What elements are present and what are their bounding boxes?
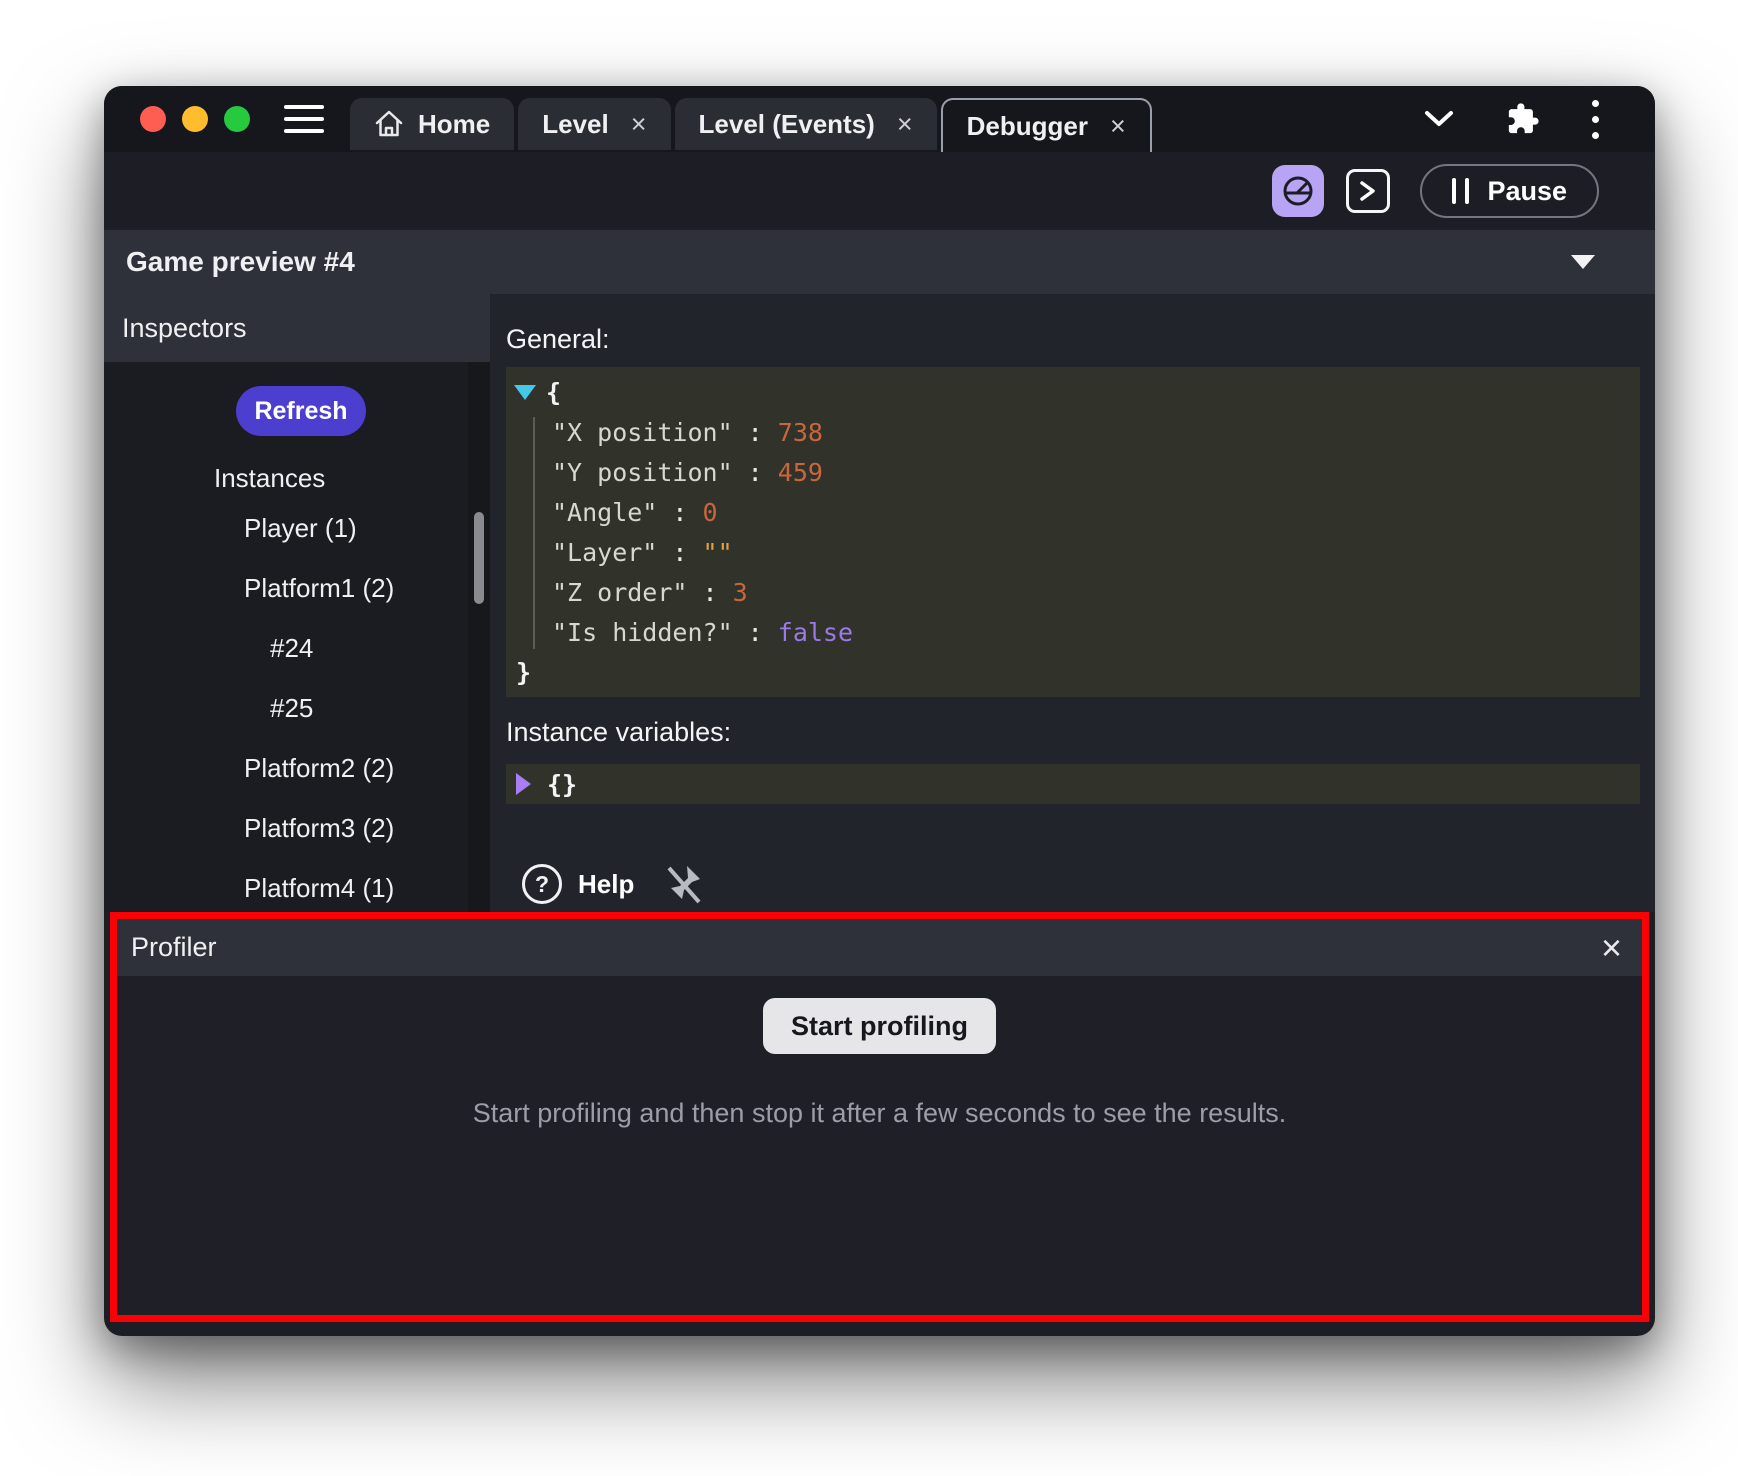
- json-property-y: "Y position" : 459: [506, 452, 1640, 492]
- profiler-body: Start profiling Start profiling and then…: [117, 976, 1642, 1315]
- puzzle-icon: [1506, 102, 1540, 136]
- json-property-angle: "Angle" : 0: [506, 492, 1640, 532]
- scrollbar-thumb[interactable]: [474, 512, 484, 604]
- game-preview-title: Game preview #4: [126, 246, 355, 278]
- tab-strip: Home Level × Level (Events) × Debugger ×: [350, 98, 1152, 152]
- expand-open-icon[interactable]: [514, 385, 536, 400]
- chevron-right-icon: [1358, 179, 1378, 203]
- app-window: Home Level × Level (Events) × Debugger ×: [104, 86, 1655, 1336]
- json-close-line: }: [506, 652, 1640, 692]
- close-icon[interactable]: ×: [897, 109, 913, 140]
- minimize-window-icon[interactable]: [182, 106, 208, 132]
- zoom-window-icon[interactable]: [224, 106, 250, 132]
- close-window-icon[interactable]: [140, 106, 166, 132]
- json-property-hidden: "Is hidden?" : false: [506, 612, 1640, 652]
- kebab-menu-button[interactable]: [1592, 100, 1599, 139]
- tab-home[interactable]: Home: [350, 98, 514, 150]
- tree-item-platform3[interactable]: Platform3 (2): [104, 798, 468, 858]
- help-icon: ?: [522, 864, 562, 904]
- sidebar-scrollbar: [468, 362, 490, 912]
- tab-level[interactable]: Level ×: [518, 98, 670, 150]
- tab-bar: Home Level × Level (Events) × Debugger ×: [104, 86, 1655, 152]
- tab-label: Level (Events): [699, 109, 875, 140]
- inspectors-title: Inspectors: [122, 313, 247, 344]
- tree-item-platform2[interactable]: Platform2 (2): [104, 738, 468, 798]
- tab-debugger[interactable]: Debugger ×: [941, 98, 1152, 152]
- profiler-header: Profiler ×: [117, 919, 1642, 976]
- tab-label: Level: [542, 109, 609, 140]
- gauge-icon: [1281, 174, 1315, 208]
- tab-label: Debugger: [967, 111, 1088, 142]
- inspector-detail-panel: General: { "X position" : 738 "Y positio…: [490, 294, 1655, 912]
- pause-label: Pause: [1487, 176, 1567, 207]
- pause-icon: [1452, 178, 1469, 204]
- general-json-tree: { "X position" : 738 "Y position" : 459 …: [506, 367, 1640, 697]
- preview-dropdown-icon[interactable]: [1571, 255, 1595, 269]
- tree-guide-line: [533, 417, 535, 649]
- tree-item-player[interactable]: Player (1): [104, 498, 468, 558]
- tab-label: Home: [418, 109, 490, 140]
- inspectors-sidebar: Inspectors Refresh Instances Player (1) …: [104, 294, 490, 912]
- json-property-layer: "Layer" : "": [506, 532, 1640, 572]
- json-property-x: "X position" : 738: [506, 412, 1640, 452]
- tree-item-25[interactable]: #25: [104, 678, 468, 738]
- pause-button[interactable]: Pause: [1420, 164, 1599, 218]
- start-profiling-button[interactable]: Start profiling: [763, 998, 996, 1054]
- inspectors-header: Inspectors: [104, 294, 490, 362]
- performance-button[interactable]: [1272, 165, 1324, 217]
- window-controls: [140, 106, 250, 132]
- instance-variables-tree: {}: [506, 764, 1640, 804]
- extensions-button[interactable]: [1506, 102, 1540, 136]
- profiler-close-button[interactable]: ×: [1601, 930, 1622, 966]
- game-preview-header[interactable]: Game preview #4: [104, 230, 1655, 294]
- pin-slash-icon: [664, 862, 704, 906]
- chevron-down-icon: [1424, 110, 1454, 128]
- debugger-toolbar: Pause: [104, 152, 1655, 230]
- panel-footer: ? Help: [506, 862, 1640, 906]
- profiler-title: Profiler: [131, 932, 217, 963]
- close-icon[interactable]: ×: [631, 109, 647, 140]
- unpin-button[interactable]: [664, 862, 704, 906]
- debugger-content: Inspectors Refresh Instances Player (1) …: [104, 294, 1655, 912]
- hamburger-menu-button[interactable]: [284, 105, 324, 133]
- console-button[interactable]: [1346, 169, 1390, 213]
- tree-item-instances: Instances: [104, 458, 468, 498]
- refresh-button[interactable]: Refresh: [236, 386, 366, 436]
- tree-item-platform4[interactable]: Platform4 (1): [104, 858, 468, 912]
- tabbar-actions: [1424, 100, 1599, 139]
- general-label: General:: [506, 324, 1640, 355]
- tab-overflow-button[interactable]: [1424, 110, 1454, 128]
- json-property-zorder: "Z order" : 3: [506, 572, 1640, 612]
- home-icon: [374, 109, 404, 139]
- expand-closed-icon[interactable]: [516, 773, 531, 795]
- json-root-line: {: [506, 372, 1640, 412]
- profiler-hint: Start profiling and then stop it after a…: [473, 1098, 1286, 1129]
- instances-tree: Refresh Instances Player (1) Platform1 (…: [104, 362, 468, 912]
- profiler-panel: Profiler × Start profiling Start profili…: [110, 912, 1649, 1322]
- tree-item-platform1[interactable]: Platform1 (2): [104, 558, 468, 618]
- instance-variables-label: Instance variables:: [506, 717, 1640, 748]
- close-icon[interactable]: ×: [1110, 111, 1126, 142]
- help-button[interactable]: ? Help: [522, 864, 634, 904]
- tree-item-24[interactable]: #24: [104, 618, 468, 678]
- tab-level-events[interactable]: Level (Events) ×: [675, 98, 937, 150]
